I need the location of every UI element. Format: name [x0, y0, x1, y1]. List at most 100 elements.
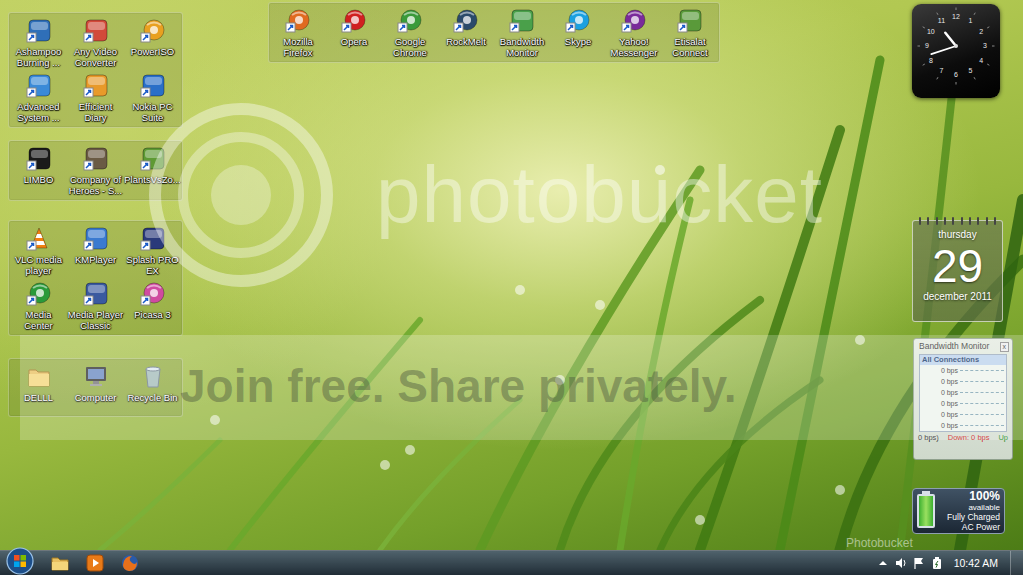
desktop-icon[interactable]: Media Player Classic	[67, 278, 124, 333]
taskbar-button[interactable]	[113, 552, 146, 575]
rate-reading: Down: 0 bps	[948, 433, 990, 443]
graph-row: 0 bps	[920, 376, 1006, 387]
desktop-icon[interactable]: Recycle Bin	[124, 361, 181, 414]
calendar-month: december 2011	[923, 291, 992, 303]
clock-numeral: 6	[950, 71, 962, 79]
desktop-icon[interactable]: Bandwidth Monitor	[494, 5, 550, 60]
icon-label: Computer	[67, 392, 124, 403]
desktop-icon[interactable]: DELLL	[10, 361, 67, 414]
desktop-icon[interactable]: Ashampoo Burning ...	[10, 15, 67, 70]
desktop-icon[interactable]: Google Chrome	[382, 5, 438, 60]
up-icon[interactable]	[876, 556, 890, 570]
desktop-icon[interactable]: Advanced System ...	[10, 70, 67, 125]
desktop-icon[interactable]: Mozilla Firefox	[270, 5, 326, 60]
taskbar: 10:42 AM	[0, 550, 1023, 575]
desktop-icon[interactable]: Media Center	[10, 278, 67, 333]
icon-label: Company of Heroes - S...	[67, 174, 124, 196]
hour-hand	[945, 33, 956, 46]
bandwidth-gadget[interactable]: Bandwidth MonitorxAll Connections0 bps0 …	[913, 338, 1013, 460]
gadget-title-bar: Bandwidth Monitorx	[917, 341, 1009, 352]
icon-art	[83, 146, 109, 172]
volume-icon[interactable]	[894, 556, 908, 570]
icon-art	[26, 364, 52, 390]
disc-icon	[621, 8, 647, 34]
desktop-icon[interactable]: LIMBO	[10, 143, 67, 198]
disc-icon	[341, 8, 367, 34]
icon-label: Media Player Classic	[67, 309, 124, 331]
taskbar-clock[interactable]: 10:42 AM	[954, 557, 998, 569]
desktop-icon[interactable]: RockMelt	[438, 5, 494, 60]
calendar-gadget[interactable]: thursday29december 2011	[912, 220, 1003, 322]
minute-hand	[931, 46, 956, 54]
battery-fill	[919, 496, 933, 526]
desktop-icon[interactable]: Computer	[67, 361, 124, 414]
close-button[interactable]: x	[1000, 342, 1010, 352]
graph-line	[960, 370, 1004, 371]
start-orb-icon[interactable]	[5, 546, 35, 575]
battery-icon	[917, 494, 935, 528]
desktop-icon[interactable]: PlantsVsZo...	[124, 143, 181, 198]
desktop-icon[interactable]: Nokia PC Suite	[124, 70, 181, 125]
graph-row: 0 bps	[920, 365, 1006, 376]
disc-icon	[140, 281, 166, 307]
graph-row: 0 bps	[920, 409, 1006, 420]
clock-numeral: 8	[925, 57, 937, 65]
icon-art	[83, 364, 109, 390]
binder-rings	[919, 217, 996, 225]
media-icon	[85, 553, 105, 573]
icon-label: Google Chrome	[382, 36, 438, 58]
show-desktop-button[interactable]	[1010, 551, 1023, 575]
taskbar-button[interactable]	[43, 552, 76, 575]
desktop-icon[interactable]: Yahoo! Messenger	[606, 5, 662, 60]
desktop-icon[interactable]: Skype	[550, 5, 606, 60]
graph-value: 0 bps	[920, 377, 960, 386]
desktop-icon[interactable]: VLC media player	[10, 223, 67, 278]
graph-value: 0 bps	[920, 410, 960, 419]
icon-label: PlantsVsZo...	[124, 174, 181, 185]
icon-art	[285, 8, 311, 34]
power-icon[interactable]	[930, 556, 944, 570]
icon-label: Nokia PC Suite	[124, 101, 181, 123]
watermark-slogan: Join free. Share privately.	[180, 358, 737, 414]
desktop-icon[interactable]: Company of Heroes - S...	[67, 143, 124, 198]
desktop: Ashampoo Burning ...Any Video ConverterP…	[0, 0, 1023, 550]
desktop-fence: Ashampoo Burning ...Any Video ConverterP…	[8, 12, 183, 128]
battery-percent: 100%	[969, 490, 1000, 503]
desktop-fence: LIMBOCompany of Heroes - S...PlantsVsZo.…	[8, 140, 183, 201]
desktop-icon[interactable]: Etisalat Connect	[662, 5, 718, 60]
flag-icon[interactable]	[912, 556, 926, 570]
clock-gadget[interactable]: 121234567891011	[912, 4, 1000, 98]
binder-ring	[994, 217, 996, 225]
battery-gadget[interactable]: 100%availableFully ChargedAC Power	[912, 488, 1005, 534]
notification-area	[876, 556, 944, 570]
icon-label: Efficient Diary	[67, 101, 124, 123]
binder-ring	[944, 217, 946, 225]
desktop-icon[interactable]: Any Video Converter	[67, 15, 124, 70]
app-icon	[26, 73, 52, 99]
desktop-icon[interactable]: Picasa 3	[124, 278, 181, 333]
folder-icon	[50, 553, 70, 573]
app-icon	[83, 226, 109, 252]
desktop-icon[interactable]: Opera	[326, 5, 382, 60]
desktop-fence: Mozilla FirefoxOperaGoogle ChromeRockMel…	[268, 2, 720, 63]
graph-row: 0 bps	[920, 420, 1006, 431]
app-icon	[140, 226, 166, 252]
taskbar-button[interactable]	[78, 552, 111, 575]
desktop-icon[interactable]: PowerISO	[124, 15, 181, 70]
icon-art	[397, 8, 423, 34]
icon-art	[26, 226, 52, 252]
desktop-icon[interactable]: Efficient Diary	[67, 70, 124, 125]
icon-art	[140, 146, 166, 172]
icon-art	[83, 73, 109, 99]
graph-row: 0 bps	[920, 387, 1006, 398]
icon-label: PowerISO	[124, 46, 181, 57]
icon-label: Splash PRO EX	[124, 254, 181, 276]
icon-label: Media Center	[10, 309, 67, 331]
graph-value: 0 bps	[920, 399, 960, 408]
app-icon	[83, 146, 109, 172]
disc-icon	[453, 8, 479, 34]
desktop-icon[interactable]: KMPlayer	[67, 223, 124, 278]
icon-label: Skype	[550, 36, 606, 47]
desktop-icon[interactable]: Splash PRO EX	[124, 223, 181, 278]
icon-label: Ashampoo Burning ...	[10, 46, 67, 68]
